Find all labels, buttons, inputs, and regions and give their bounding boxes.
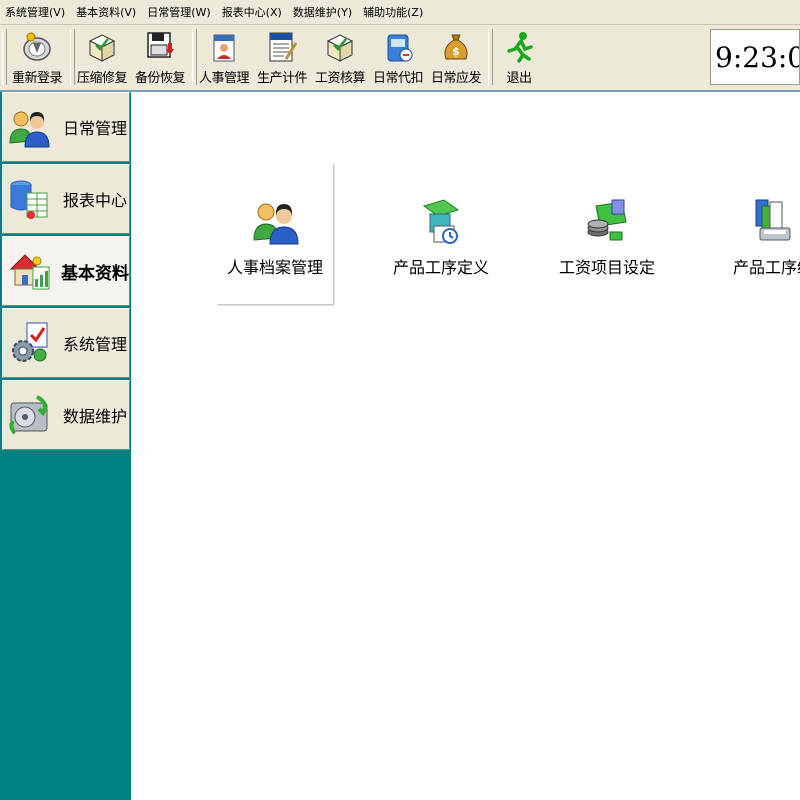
tile-salary-items[interactable]: 工资项目设定 <box>549 164 665 304</box>
sidebar-item-system-management[interactable]: 系统管理 <box>2 308 130 378</box>
exit-label: 退出 <box>506 71 532 86</box>
daily-payable-button[interactable]: $ 日常应发 <box>428 27 484 87</box>
relogin-label: 重新登录 <box>11 71 63 86</box>
users-icon <box>253 203 299 245</box>
main-panel: 人事档案管理 产品工序定义 工资项目设定 产品工序 <box>131 92 800 800</box>
tile-personnel-records[interactable]: 人事档案管理 <box>217 164 334 305</box>
compress-repair-label: 压缩修复 <box>76 71 128 86</box>
house-chart-icon <box>9 254 50 290</box>
sidebar-item-data-maintenance[interactable]: 数据维护 <box>2 380 130 450</box>
sidebar: 日常管理 报表中心 基本资料 系统管理 数据维护 <box>0 92 131 800</box>
salary-calc-label: 工资核算 <box>314 71 366 86</box>
salary-calc-button[interactable]: 工资核算 <box>312 27 368 87</box>
sidebar-item-daily-management[interactable]: 日常管理 <box>2 92 130 162</box>
relogin-icon <box>23 32 51 61</box>
menu-data-maintenance[interactable]: 数据维护(Y) <box>288 4 358 20</box>
daily-deduction-label: 日常代扣 <box>372 71 424 86</box>
sidebar-item-label: 报表中心 <box>63 191 128 210</box>
menu-system[interactable]: 系统管理(V) <box>0 4 71 20</box>
users-icon <box>9 111 50 148</box>
menu-reports[interactable]: 报表中心(X) <box>217 4 288 20</box>
sidebar-item-report-center[interactable]: 报表中心 <box>2 164 130 234</box>
relogin-button[interactable]: 重新登录 <box>6 27 68 87</box>
svg-text:$: $ <box>452 45 460 58</box>
production-piece-label: 生产计件 <box>256 71 308 86</box>
exit-button[interactable]: 退出 <box>494 27 544 87</box>
personnel-label: 人事管理 <box>198 71 250 86</box>
sidebar-item-label: 数据维护 <box>63 407 128 426</box>
sidebar-item-label: 日常管理 <box>63 119 128 138</box>
process-definition-icon <box>422 199 460 244</box>
salary-calc-icon <box>326 34 354 62</box>
clock-display: 9:23:0 <box>710 29 800 85</box>
tile-process-statistics[interactable]: 产品工序统 <box>715 164 800 304</box>
backup-restore-button[interactable]: 备份恢复 <box>132 27 188 87</box>
personnel-button[interactable]: 人事管理 <box>196 27 252 87</box>
sidebar-item-label: 系统管理 <box>63 335 128 354</box>
personnel-icon <box>213 34 235 62</box>
compress-repair-icon <box>88 34 116 62</box>
menu-bar: 系统管理(V) 基本资料(V) 日常管理(W) 报表中心(X) 数据维护(Y) … <box>0 0 800 25</box>
sidebar-item-basic-data[interactable]: 基本资料 <box>2 236 130 306</box>
production-piece-button[interactable]: 生产计件 <box>254 27 310 87</box>
menu-daily[interactable]: 日常管理(W) <box>142 4 216 20</box>
backup-restore-icon <box>147 32 174 58</box>
report-database-icon <box>10 180 48 219</box>
process-stats-icon <box>755 199 791 241</box>
tile-label: 产品工序定义 <box>392 258 489 277</box>
disk-maintenance-icon <box>9 395 48 435</box>
money-bag-icon: $ <box>444 34 468 60</box>
settings-gear-check-icon <box>12 322 48 362</box>
daily-deduction-icon <box>387 34 413 62</box>
toolbar-separator <box>488 29 493 85</box>
compress-repair-button[interactable]: 压缩修复 <box>74 27 130 87</box>
tile-label: 产品工序统 <box>732 258 800 277</box>
tile-label: 人事档案管理 <box>226 258 323 277</box>
tile-process-definition[interactable]: 产品工序定义 <box>383 164 499 304</box>
toolbar: 重新登录 压缩修复 备份恢复 人事管理 生产计件 工资核算 日常代扣 $ 日常应… <box>0 25 800 92</box>
exit-running-man-icon <box>507 32 533 63</box>
salary-items-icon <box>587 199 627 241</box>
sidebar-item-label: 基本资料 <box>61 263 129 284</box>
daily-deduction-button[interactable]: 日常代扣 <box>370 27 426 87</box>
daily-payable-label: 日常应发 <box>430 71 482 86</box>
menu-basic-data[interactable]: 基本资料(V) <box>71 4 142 20</box>
tile-label: 工资项目设定 <box>558 258 655 277</box>
backup-restore-label: 备份恢复 <box>134 71 186 86</box>
menu-auxiliary[interactable]: 辅助功能(Z) <box>358 4 429 20</box>
production-piece-icon <box>269 32 298 62</box>
